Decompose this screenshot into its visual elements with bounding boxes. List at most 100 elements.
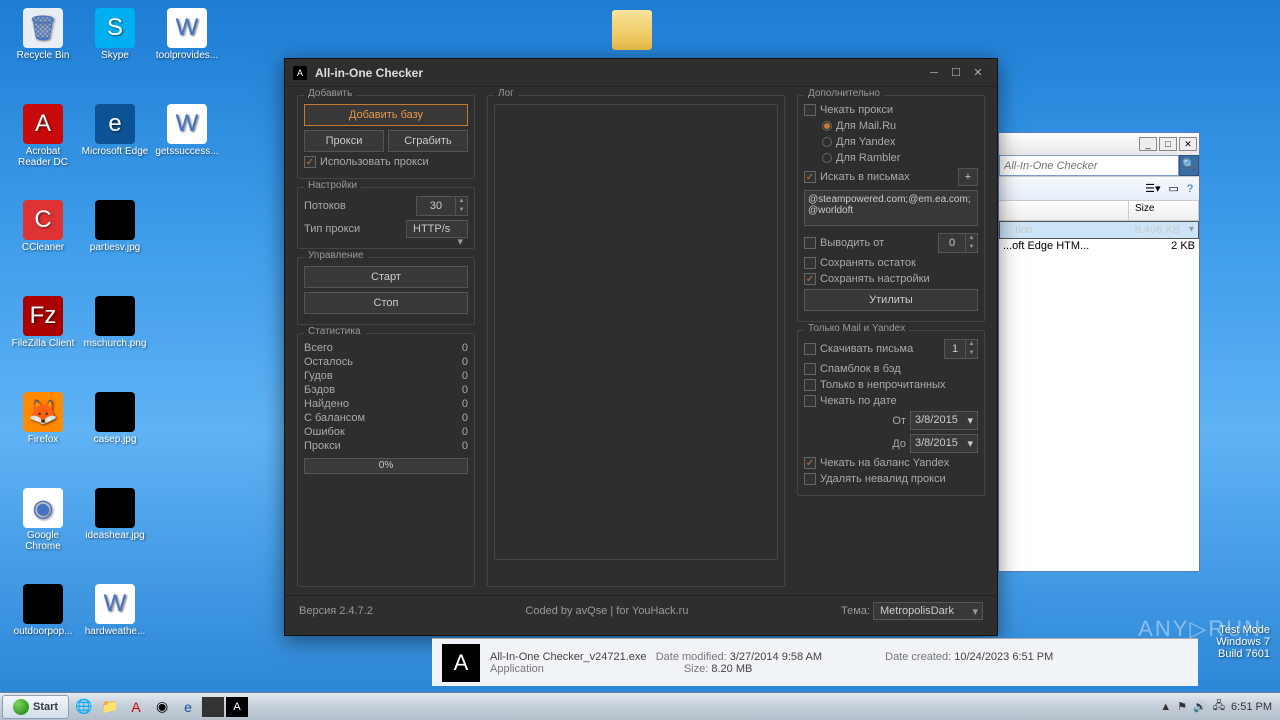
app-title: All-in-One Checker [315, 66, 923, 80]
group-extra: Дополнительно Чекать прокси Для Mail.Ru … [797, 95, 985, 322]
theme-select[interactable]: MetropolisDark [873, 602, 983, 620]
desktop-icon[interactable]: CCCleaner [8, 200, 78, 280]
progress-bar: 0% [304, 458, 468, 474]
desktop-icon[interactable]: Whardweathe... [80, 584, 150, 664]
desktop-icon[interactable]: ◉Google Chrome [8, 488, 78, 568]
taskbar-ie-icon[interactable]: 🌐 [72, 696, 96, 718]
group-settings: Настройки Потоков ▲▼ Тип прокси HTTP/s [297, 187, 475, 249]
mailru-radio[interactable] [822, 121, 832, 131]
start-button[interactable]: Старт [304, 266, 468, 288]
proxy-button[interactable]: Прокси [304, 130, 384, 152]
explorer-statusbar: A All-In-One Checker_v24721.exe Date mod… [432, 638, 1198, 686]
grab-button[interactable]: Сграбить [388, 130, 468, 152]
desktop-icon[interactable]: casep.jpg [80, 392, 150, 472]
unread-only-checkbox[interactable] [804, 379, 816, 391]
delete-invalid-checkbox[interactable] [804, 473, 816, 485]
date-to-input[interactable]: 3/8/2015▾ [910, 434, 978, 453]
spamblock-checkbox[interactable] [804, 363, 816, 375]
date-from-input[interactable]: 3/8/2015▾ [910, 411, 978, 430]
desktop-icon[interactable]: Wgetssuccess... [152, 104, 222, 184]
tray-network-icon[interactable]: 🖧 [1213, 697, 1225, 716]
tray-flag-icon[interactable]: ▲ [1160, 701, 1171, 713]
explorer-window: _ □ ✕ 🔍 ☰▾ ▭ ? Size ...tion8,406 KB...of… [998, 132, 1200, 572]
file-row[interactable]: ...tion8,406 KB [999, 221, 1199, 239]
proxy-type-select[interactable]: HTTP/s [406, 220, 468, 238]
pane-icon[interactable]: ▭ [1168, 182, 1178, 195]
taskbar-edge-icon[interactable]: e [176, 696, 200, 718]
desktop-icon[interactable]: eMicrosoft Edge [80, 104, 150, 184]
credits-label: Coded by avQse | for YouHack.ru [525, 605, 688, 617]
group-log: Лог [487, 95, 785, 587]
search-go-button[interactable]: 🔍 [1179, 155, 1199, 176]
close-button[interactable]: ✕ [967, 64, 989, 82]
log-textarea[interactable] [494, 104, 778, 560]
stat-row: Прокси0 [304, 440, 468, 452]
minimize-button[interactable]: _ [1139, 137, 1157, 151]
file-row[interactable]: ...oft Edge HTM...2 KB [999, 239, 1199, 257]
explorer-search-input[interactable] [999, 155, 1179, 176]
save-rest-checkbox[interactable] [804, 257, 816, 269]
app-icon: A [293, 66, 307, 80]
desktop-icon[interactable]: mschurch.png [80, 296, 150, 376]
taskbar-acrobat-icon[interactable]: A [124, 696, 148, 718]
help-icon[interactable]: ? [1187, 183, 1193, 195]
check-by-date-checkbox[interactable] [804, 395, 816, 407]
stat-row: Ошибок0 [304, 426, 468, 438]
view-icon[interactable]: ☰▾ [1145, 182, 1160, 195]
taskbar-app1-icon[interactable] [202, 697, 224, 717]
group-stats: Статистика Всего0Осталось0Гудов0Бэдов0На… [297, 333, 475, 587]
version-label: Версия 2.4.7.2 [299, 605, 373, 617]
desktop-icon[interactable]: SSkype [80, 8, 150, 88]
threads-spinner[interactable]: ▲▼ [416, 196, 468, 216]
taskbar-chrome-icon[interactable]: ◉ [150, 696, 174, 718]
tray-volume-icon[interactable]: 🔊 [1193, 700, 1207, 713]
tray-action-icon[interactable]: ⚑ [1177, 700, 1187, 713]
use-proxy-checkbox[interactable] [304, 156, 316, 168]
desktop-icon[interactable]: 🦊Firefox [8, 392, 78, 472]
stat-row: Найдено0 [304, 398, 468, 410]
taskbar-explorer-icon[interactable]: 📁 [98, 696, 122, 718]
desktop-icon[interactable]: Wtoolprovides... [152, 8, 222, 88]
desktop-icon[interactable]: 🗑Recycle Bin [8, 8, 78, 88]
maximize-button[interactable]: □ [1159, 137, 1177, 151]
stat-row: Бэдов0 [304, 384, 468, 396]
output-from-checkbox[interactable] [804, 237, 816, 249]
output-from-spinner[interactable]: ▲▼ [938, 233, 978, 253]
test-mode-label: Test ModeWindows 7Build 7601 [1216, 624, 1270, 660]
file-thumb-icon: A [442, 644, 480, 682]
desktop-icon[interactable]: FzFileZilla Client [8, 296, 78, 376]
yandex-radio[interactable] [822, 137, 832, 147]
desktop-folder-icon[interactable] [612, 10, 652, 50]
plus-button[interactable]: + [958, 168, 978, 186]
domains-textarea[interactable]: @steampowered.com;@em.ea.com;@worldoft [804, 190, 978, 226]
download-mail-checkbox[interactable] [804, 343, 816, 355]
group-add: Добавить Добавить базу Прокси Сграбить И… [297, 95, 475, 179]
stat-row: Осталось0 [304, 356, 468, 368]
taskbar-app2-icon[interactable]: A [226, 697, 248, 717]
stat-row: Всего0 [304, 342, 468, 354]
desktop-icon[interactable]: outdoorpop... [8, 584, 78, 664]
save-settings-checkbox[interactable] [804, 273, 816, 285]
utilities-button[interactable]: Утилиты [804, 289, 978, 311]
stat-row: С балансом0 [304, 412, 468, 424]
tray-clock[interactable]: 6:51 PM [1231, 701, 1272, 713]
download-count-spinner[interactable]: ▲▼ [944, 339, 978, 359]
taskbar: Start 🌐 📁 A ◉ e A ▲ ⚑ 🔊 🖧 6:51 PM [0, 692, 1280, 720]
check-proxy-checkbox[interactable] [804, 104, 816, 116]
group-control: Управление Старт Стоп [297, 257, 475, 325]
maximize-button[interactable]: ☐ [945, 64, 967, 82]
stop-button[interactable]: Стоп [304, 292, 468, 314]
col-name[interactable] [999, 201, 1129, 220]
search-mail-checkbox[interactable] [804, 171, 816, 183]
desktop-icon[interactable]: partiesv.jpg [80, 200, 150, 280]
desktop-icon[interactable]: ideashear.jpg [80, 488, 150, 568]
col-size[interactable]: Size [1129, 201, 1199, 220]
desktop-icon[interactable]: AAcrobat Reader DC [8, 104, 78, 184]
minimize-button[interactable]: ─ [923, 64, 945, 82]
start-button[interactable]: Start [2, 695, 69, 719]
check-balance-checkbox[interactable] [804, 457, 816, 469]
close-button[interactable]: ✕ [1179, 137, 1197, 151]
add-base-button[interactable]: Добавить базу [304, 104, 468, 126]
rambler-radio[interactable] [822, 153, 832, 163]
group-mail-yandex: Только Mail и Yandex Скачивать письма ▲▼… [797, 330, 985, 496]
